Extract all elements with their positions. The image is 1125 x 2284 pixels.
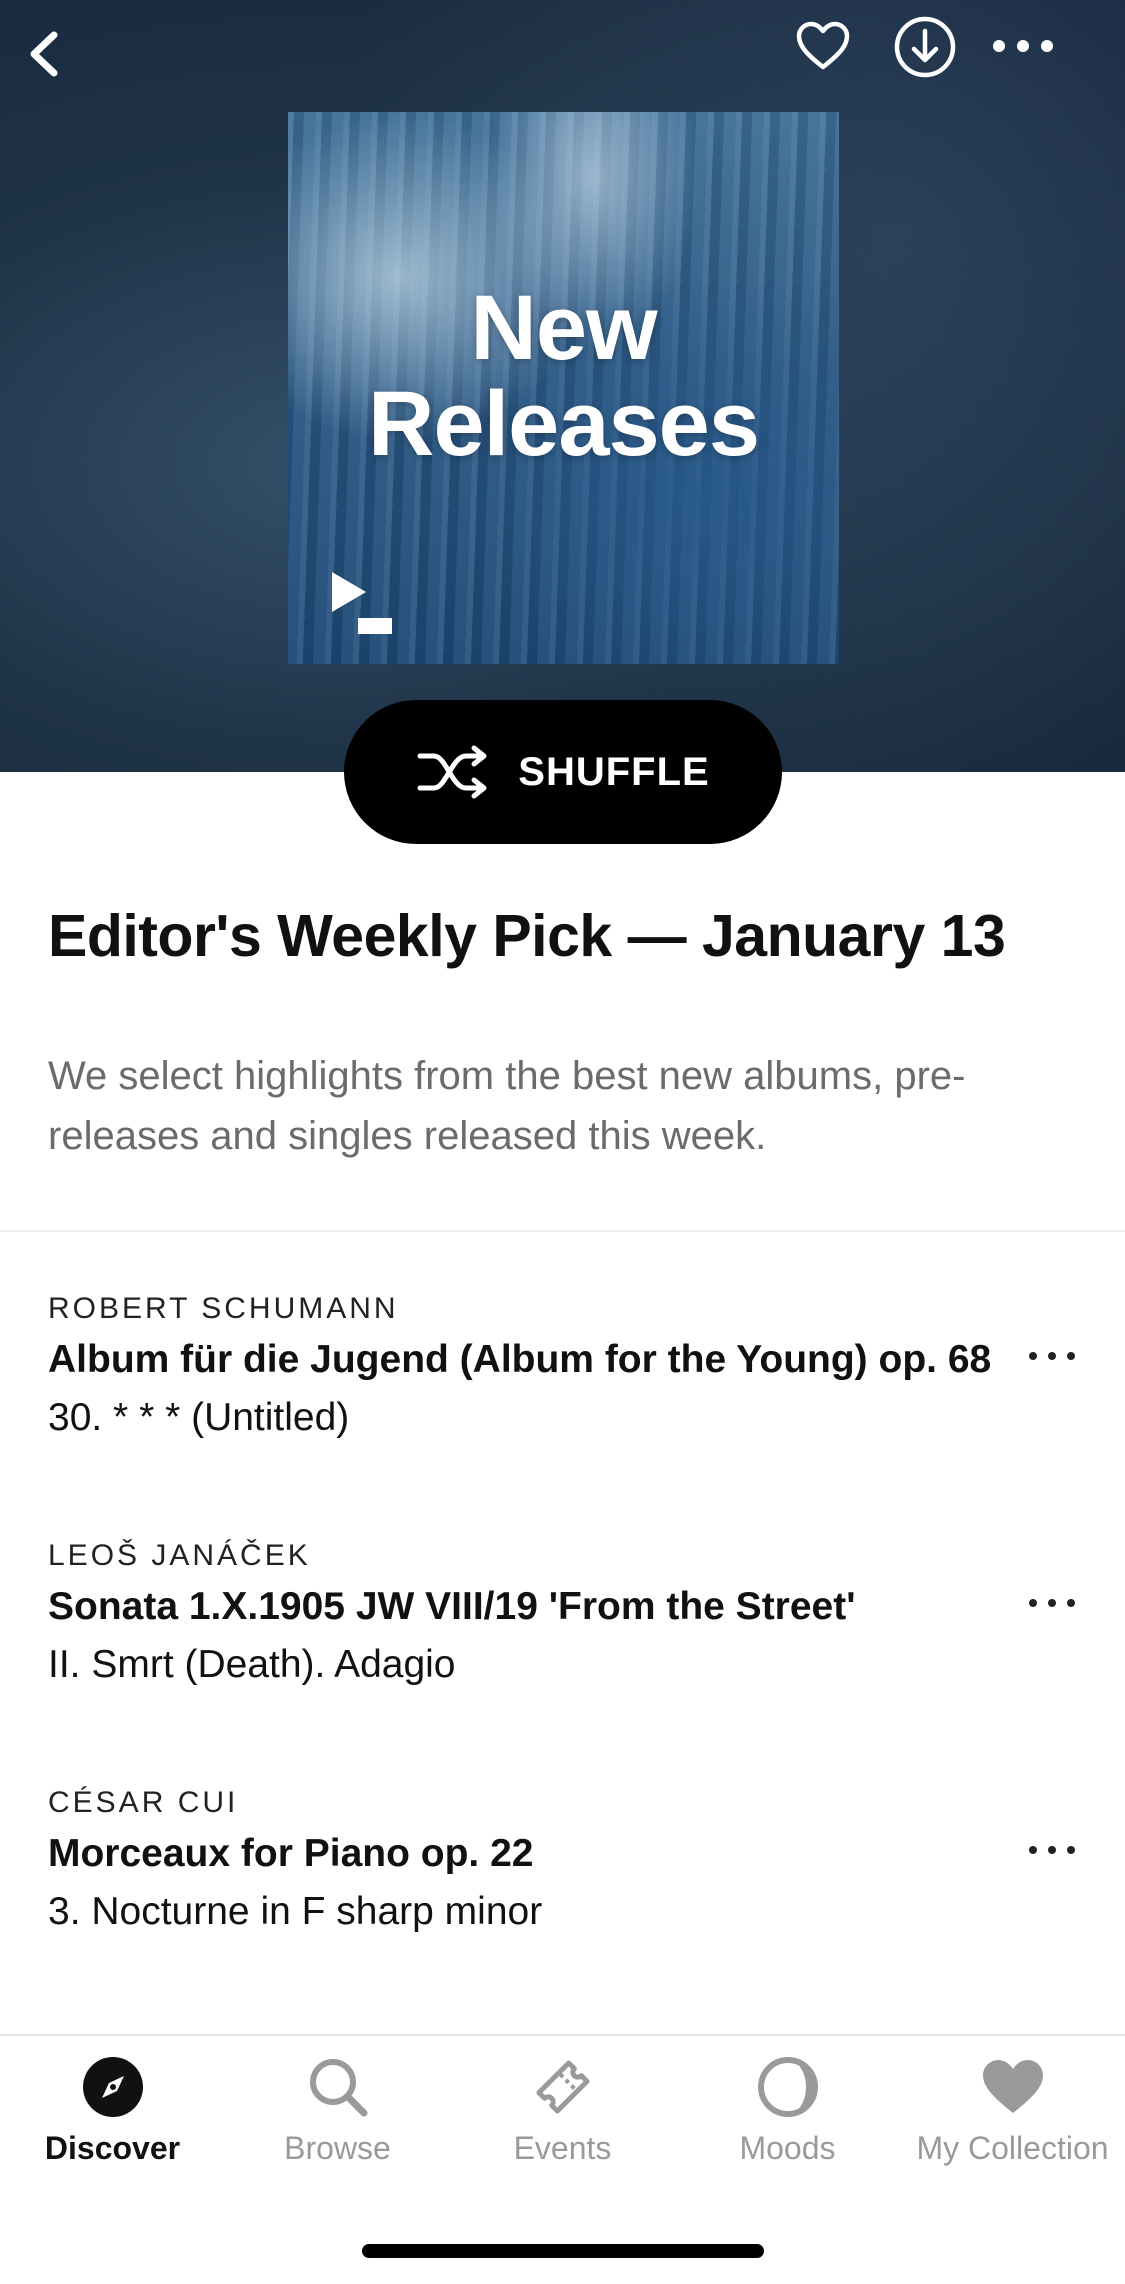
track-movement: 30. * * * (Untitled): [48, 1396, 350, 1439]
track-movement: II. Smrt (Death). Adagio: [48, 1643, 456, 1686]
ticket-icon: [528, 2052, 598, 2122]
tab-browse[interactable]: Browse: [225, 2052, 450, 2172]
shuffle-button[interactable]: SHUFFLE: [344, 700, 782, 844]
compass-icon: [78, 2052, 148, 2122]
track-movement: 3. Nocturne in F sharp minor: [48, 1890, 543, 1933]
tab-label: My Collection: [916, 2130, 1109, 2166]
search-icon: [303, 2052, 373, 2122]
tabbar-divider: [0, 2034, 1125, 2036]
tab-label: Browse: [284, 2130, 391, 2166]
more-icon: [1029, 1352, 1075, 1360]
download-button[interactable]: [888, 12, 962, 82]
tab-label: Moods: [739, 2130, 836, 2166]
heart-icon: [978, 2052, 1048, 2122]
tab-events[interactable]: Events: [450, 2052, 675, 2172]
tab-moods[interactable]: Moods: [675, 2052, 900, 2172]
track-composer: LEOŠ JANÁČEK: [48, 1539, 311, 1572]
back-button[interactable]: [14, 22, 74, 86]
home-indicator[interactable]: [362, 2244, 764, 2258]
playlist-title: Editor's Weekly Pick — January 13: [48, 903, 1006, 969]
tab-label: Discover: [44, 2130, 181, 2166]
more-icon: [1029, 1599, 1075, 1607]
more-options-button[interactable]: [988, 14, 1058, 78]
tab-my-collection[interactable]: My Collection: [900, 2052, 1125, 2172]
track-composer: ROBERT SCHUMANN: [48, 1292, 399, 1325]
track-work: Album für die Jugend (Album for the Youn…: [48, 1338, 992, 1381]
track-more-button[interactable]: [1020, 1336, 1084, 1376]
heart-icon: [796, 21, 850, 70]
shuffle-icon: [417, 745, 487, 799]
track-work: Sonata 1.X.1905 JW VIII/19 'From the Str…: [48, 1585, 856, 1628]
favorite-button[interactable]: [788, 14, 858, 78]
moon-icon: [753, 2052, 823, 2122]
track-more-button[interactable]: [1020, 1583, 1084, 1623]
track-more-button[interactable]: [1020, 1830, 1084, 1870]
cover-title-line1: New: [470, 277, 657, 379]
cover-title: New Releases: [288, 280, 839, 472]
more-icon: [1029, 1846, 1075, 1854]
shuffle-label: SHUFFLE: [518, 749, 710, 794]
cover-title-line2: Releases: [368, 373, 760, 475]
track-row[interactable]: LEOŠ JANÁČEK Sonata 1.X.1905 JW VIII/19 …: [0, 1539, 1125, 1749]
track-work: Morceaux for Piano op. 22: [48, 1832, 534, 1875]
download-icon: [894, 16, 956, 78]
tab-label: Events: [513, 2130, 612, 2166]
section-divider: [0, 1230, 1125, 1232]
back-chevron-icon: [30, 31, 58, 77]
track-row[interactable]: CÉSAR CUI Morceaux for Piano op. 22 3. N…: [0, 1786, 1125, 1996]
tab-discover[interactable]: Discover: [0, 2052, 225, 2172]
play-logo-icon: [332, 572, 392, 634]
track-composer: CÉSAR CUI: [48, 1786, 239, 1819]
more-icon: [993, 40, 1053, 52]
playlist-description: We select highlights from the best new a…: [48, 1054, 966, 1158]
track-row[interactable]: ROBERT SCHUMANN Album für die Jugend (Al…: [0, 1292, 1125, 1502]
hero-header: New Releases: [0, 0, 1125, 772]
playlist-cover: New Releases: [288, 112, 839, 664]
